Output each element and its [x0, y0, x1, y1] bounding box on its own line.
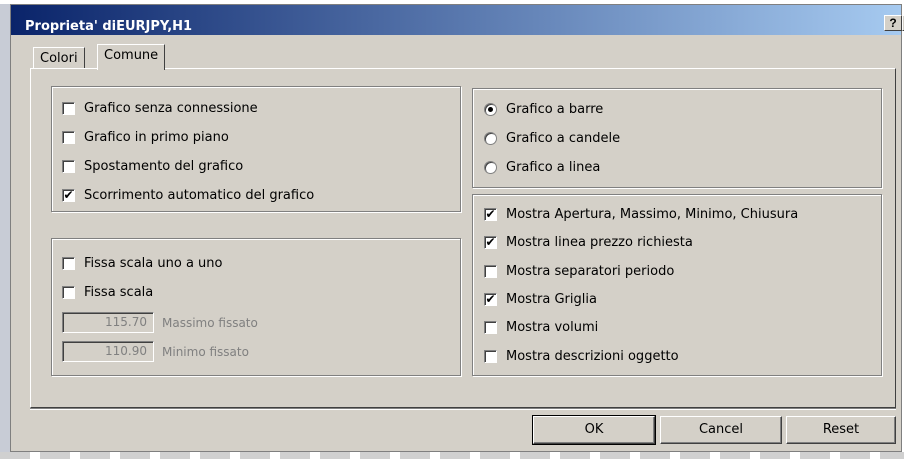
checkbox-box[interactable] — [484, 321, 497, 334]
radio-bar-chart[interactable]: Grafico a barre — [484, 102, 603, 117]
radio-dot — [488, 107, 493, 112]
radio-line-chart[interactable]: Grafico a linea — [484, 160, 600, 175]
tab-colori[interactable]: Colori — [33, 47, 85, 68]
checkbox-chart-foreground[interactable]: Grafico in primo piano — [62, 130, 229, 145]
fixed-maximum-input: 115.70 — [62, 312, 154, 333]
checkbox-show-object-descriptions[interactable]: Mostra descrizioni oggetto — [484, 349, 679, 364]
fixed-maximum-label: Massimo fissato — [162, 315, 258, 330]
radio-label: Grafico a barre — [506, 102, 604, 117]
checkbox-label: Mostra linea prezzo richiesta — [506, 235, 693, 250]
fixed-minimum-input: 110.90 — [62, 341, 154, 362]
checkbox-label: Mostra separatori periodo — [506, 264, 675, 279]
checkbox-label: Fissa scala uno a uno — [84, 256, 223, 271]
title-bar[interactable]: Proprieta' diEURJPY,H1 ? X — [11, 5, 904, 35]
radio-label: Grafico a linea — [506, 160, 601, 175]
checkbox-label: Grafico senza connessione — [84, 101, 258, 116]
cancel-button[interactable]: Cancel — [660, 416, 782, 444]
checkbox-label: Mostra Griglia — [506, 292, 597, 307]
checkbox-box[interactable]: ✔ — [62, 189, 75, 202]
checkbox-show-volumes[interactable]: Mostra volumi — [484, 320, 598, 335]
checkbox-box[interactable] — [62, 102, 75, 115]
background-window-edge — [0, 4, 10, 452]
checkbox-label: Fissa scala — [84, 285, 154, 300]
help-button[interactable]: ? — [884, 15, 902, 31]
checkbox-scale-fix-one-to-one[interactable]: Fissa scala uno a uno — [62, 256, 222, 271]
fixed-minimum-row: 110.90 Minimo fissato — [62, 341, 249, 362]
checkbox-label: Spostamento del grafico — [84, 159, 244, 174]
radio-button[interactable] — [484, 103, 497, 116]
separator — [30, 408, 896, 410]
checkbox-box[interactable] — [62, 257, 75, 270]
checkbox-label: Grafico in primo piano — [84, 130, 229, 145]
checkbox-chart-shift[interactable]: Spostamento del grafico — [62, 159, 243, 174]
checkbox-box[interactable]: ✔ — [484, 208, 497, 221]
radio-label: Grafico a candele — [506, 131, 621, 146]
background-taskbar-strip — [0, 452, 904, 459]
checkbox-box[interactable] — [484, 350, 497, 363]
checkbox-show-ohlc[interactable]: ✔ Mostra Apertura, Massimo, Minimo, Chiu… — [484, 207, 798, 222]
radio-candle-chart[interactable]: Grafico a candele — [484, 131, 620, 146]
fixed-maximum-row: 115.70 Massimo fissato — [62, 312, 258, 333]
window-title: Proprieta' diEURJPY,H1 — [25, 19, 193, 34]
checkbox-box[interactable]: ✔ — [484, 293, 497, 306]
ok-button[interactable]: OK — [532, 415, 656, 445]
checkbox-show-period-separators[interactable]: Mostra separatori periodo — [484, 264, 674, 279]
checkbox-box[interactable] — [62, 131, 75, 144]
checkbox-chart-autoscroll[interactable]: ✔ Scorrimento automatico del grafico — [62, 188, 314, 203]
checkbox-show-ask-line[interactable]: ✔ Mostra linea prezzo richiesta — [484, 235, 693, 250]
checkbox-offline-chart[interactable]: Grafico senza connessione — [62, 101, 258, 116]
radio-button[interactable] — [484, 161, 497, 174]
checkbox-scale-fix[interactable]: Fissa scala — [62, 285, 153, 300]
tab-comune[interactable]: Comune — [97, 44, 166, 70]
checkbox-label: Mostra Apertura, Massimo, Minimo, Chiusu… — [506, 207, 799, 222]
radio-button[interactable] — [484, 132, 497, 145]
checkbox-box[interactable] — [62, 160, 75, 173]
checkbox-label: Mostra volumi — [506, 320, 599, 335]
checkbox-show-grid[interactable]: ✔ Mostra Griglia — [484, 292, 597, 307]
checkbox-box[interactable]: ✔ — [484, 236, 497, 249]
checkbox-label: Scorrimento automatico del grafico — [84, 188, 315, 203]
checkbox-label: Mostra descrizioni oggetto — [506, 349, 679, 364]
checkbox-box[interactable] — [484, 265, 497, 278]
reset-button[interactable]: Reset — [786, 416, 896, 444]
checkbox-box[interactable] — [62, 286, 75, 299]
fixed-minimum-label: Minimo fissato — [162, 344, 249, 359]
